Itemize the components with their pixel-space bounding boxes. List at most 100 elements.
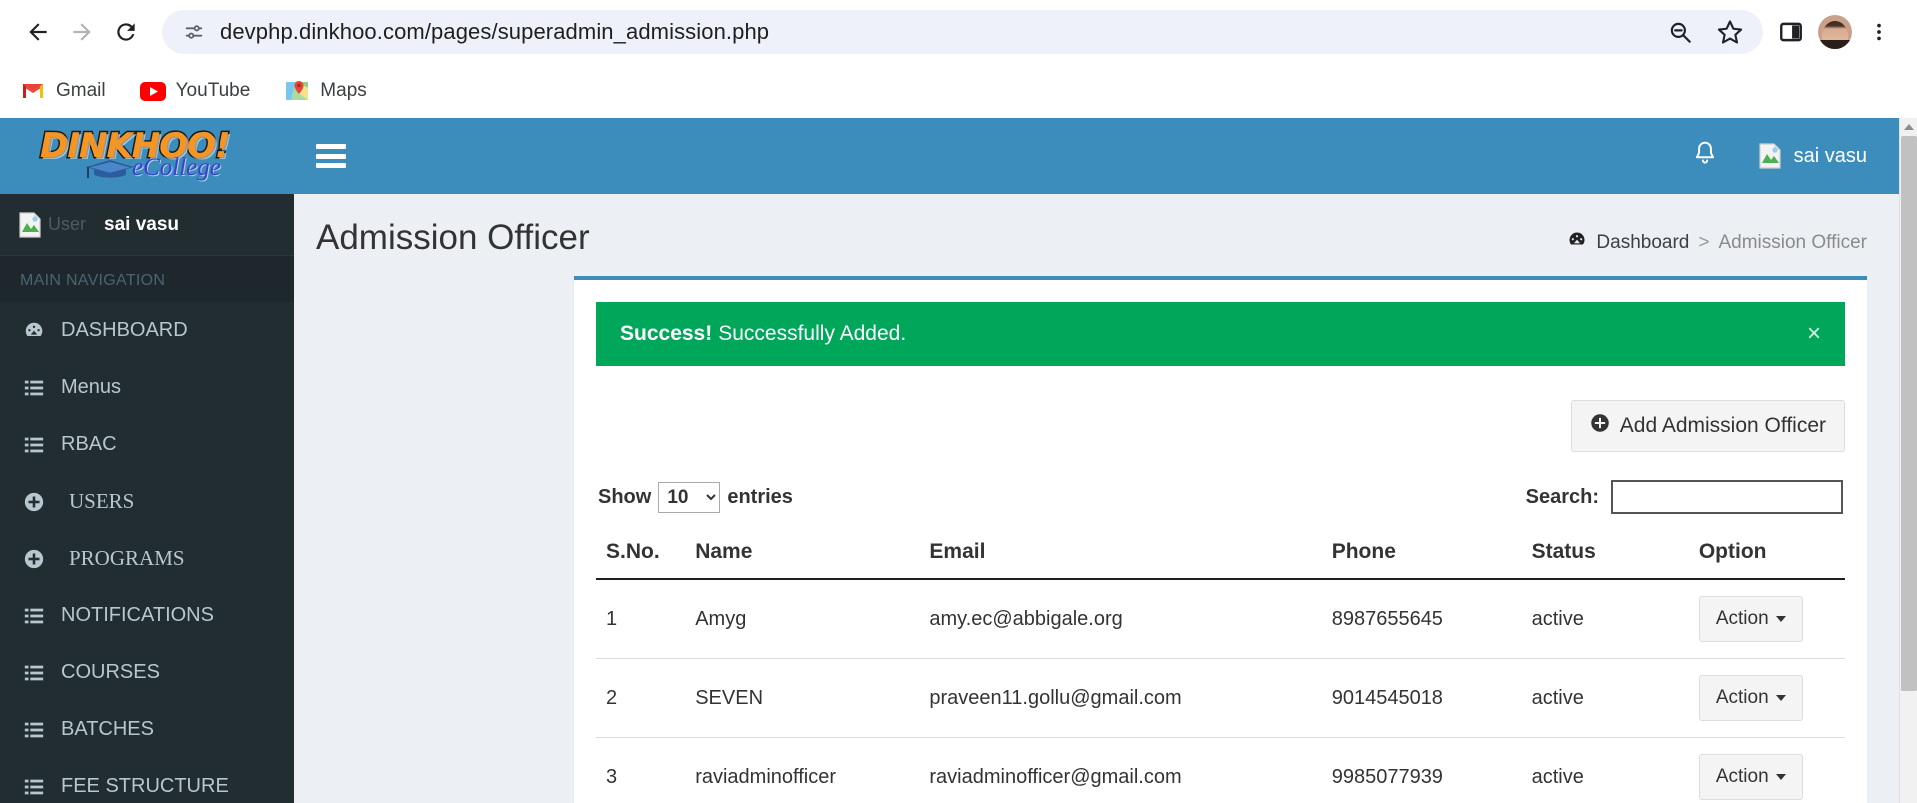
cell-option: Action — [1688, 737, 1845, 803]
action-label: Action — [1715, 766, 1769, 787]
dashboard-icon — [1567, 230, 1587, 256]
profile-avatar — [1818, 15, 1852, 49]
bookmarks-bar: Gmail YouTube Maps — [0, 64, 1917, 118]
google-maps-icon — [284, 78, 310, 104]
add-admission-officer-button[interactable]: Add Admission Officer — [1570, 400, 1845, 452]
entries-length-control: Show 10 25 50 100 entries — [598, 481, 793, 513]
list-icon — [23, 605, 55, 627]
navbar-user-name: sai vasu — [1793, 144, 1867, 167]
sidebar-item-batches[interactable]: BATCHES — [0, 701, 294, 758]
bookmark-youtube[interactable]: YouTube — [139, 78, 250, 104]
table-row: 3 raviadminofficer raviadminofficer@gmai… — [596, 737, 1845, 803]
list-icon — [23, 662, 55, 684]
cell-name: Amyg — [685, 579, 920, 659]
cell-email: amy.ec@abbigale.org — [919, 579, 1310, 659]
column-header-name[interactable]: Name — [685, 528, 920, 580]
sidebar-item-dashboard[interactable]: DASHBOARD — [0, 302, 294, 359]
star-icon[interactable] — [1713, 15, 1747, 49]
sidebar-user-avatar-alt: User — [48, 214, 87, 234]
three-dot-menu-icon — [1868, 21, 1890, 43]
back-arrow-icon — [25, 19, 51, 45]
list-icon — [23, 377, 55, 399]
reload-icon — [113, 19, 139, 45]
plus-circle-icon — [1590, 413, 1610, 439]
sidebar-item-programs[interactable]: PROGRAMS — [0, 530, 294, 587]
sidebar-item-users[interactable]: USERS — [0, 473, 294, 530]
top-navbar: sai vasu — [294, 118, 1899, 194]
reload-button[interactable] — [106, 12, 146, 52]
entries-select[interactable]: 10 25 50 100 — [658, 481, 721, 513]
column-header-status[interactable]: Status — [1521, 528, 1689, 580]
forward-button[interactable] — [62, 12, 102, 52]
browser-menu-button[interactable] — [1859, 12, 1899, 52]
notification-bell-button[interactable] — [1662, 140, 1748, 173]
show-label: Show — [598, 485, 652, 508]
cell-sno: 2 — [596, 658, 686, 738]
breadcrumb-dashboard-link[interactable]: Dashboard — [1596, 232, 1689, 254]
page-viewport: DINKHOO! eCollege User sai vasu MAIN NAV… — [0, 118, 1917, 803]
brand-logo[interactable]: DINKHOO! eCollege — [0, 118, 294, 194]
column-header-email[interactable]: Email — [919, 528, 1310, 580]
action-label: Action — [1715, 687, 1769, 708]
gmail-icon — [20, 78, 46, 104]
cell-phone: 9985077939 — [1309, 737, 1522, 803]
sidebar-item-label: DASHBOARD — [61, 319, 188, 341]
sidebar-user-panel[interactable]: User sai vasu — [0, 194, 294, 256]
broken-image-icon — [18, 211, 42, 238]
chevron-down-icon — [1775, 616, 1786, 622]
table-row: 2 SEVEN praveen11.gollu@gmail.com 901454… — [596, 658, 1845, 738]
action-dropdown-button[interactable]: Action — [1698, 754, 1803, 800]
close-icon[interactable]: × — [1807, 322, 1821, 346]
column-header-phone[interactable]: Phone — [1309, 528, 1522, 580]
page-title: Admission Officer — [316, 218, 590, 257]
table-body: 1 Amyg amy.ec@abbigale.org 8987655645 ac… — [596, 579, 1845, 803]
breadcrumb-separator: > — [1698, 232, 1710, 253]
list-icon — [23, 434, 55, 456]
page-scrollbar[interactable] — [1899, 118, 1917, 803]
column-header-option[interactable]: Option — [1688, 528, 1845, 580]
add-button-label: Add Admission Officer — [1619, 414, 1826, 437]
hamburger-menu-icon[interactable] — [316, 144, 346, 168]
action-dropdown-button[interactable]: Action — [1698, 675, 1803, 721]
breadcrumb-current: Admission Officer — [1718, 232, 1867, 253]
sidebar: DINKHOO! eCollege User sai vasu MAIN NAV… — [0, 118, 294, 803]
bookmark-maps[interactable]: Maps — [284, 78, 367, 104]
entries-label: entries — [727, 485, 793, 508]
bookmark-gmail[interactable]: Gmail — [20, 78, 106, 104]
side-panel-button[interactable] — [1771, 12, 1811, 52]
cell-sno: 1 — [596, 579, 686, 659]
sidebar-item-rbac[interactable]: RBAC — [0, 416, 294, 473]
chevron-down-icon — [1775, 774, 1786, 780]
column-header-sno[interactable]: S.No. — [596, 528, 686, 580]
table-row: 1 Amyg amy.ec@abbigale.org 8987655645 ac… — [596, 579, 1845, 659]
logo-subtitle: eCollege — [132, 154, 221, 181]
address-bar[interactable]: devphp.dinkhoo.com/pages/superadmin_admi… — [162, 10, 1763, 54]
zoom-out-icon[interactable] — [1663, 15, 1697, 49]
scroll-up-button[interactable] — [1900, 118, 1917, 136]
action-dropdown-button[interactable]: Action — [1698, 596, 1803, 642]
cell-name: raviadminofficer — [685, 737, 920, 803]
sidebar-item-courses[interactable]: COURSES — [0, 644, 294, 701]
sidebar-item-label: NOTIFICATIONS — [61, 604, 214, 626]
search-input[interactable] — [1611, 480, 1843, 514]
cell-sno: 3 — [596, 737, 686, 803]
profile-button[interactable] — [1815, 12, 1855, 52]
graduation-cap-icon — [86, 160, 134, 178]
site-settings-icon[interactable] — [178, 16, 210, 48]
navbar-user-menu[interactable]: sai vasu — [1748, 143, 1875, 169]
sidebar-item-label: Menus — [61, 376, 122, 398]
scrollbar-thumb[interactable] — [1901, 136, 1917, 691]
broken-image-icon — [1758, 143, 1782, 169]
admission-officer-table: S.No. Name Email Phone Status Option 1 A… — [596, 528, 1845, 803]
cell-name: SEVEN — [685, 658, 920, 738]
sidebar-item-fee-structure[interactable]: FEE STRUCTURE — [0, 758, 294, 803]
table-header-row: S.No. Name Email Phone Status Option — [596, 528, 1845, 580]
sidebar-item-label: COURSES — [61, 661, 160, 683]
back-button[interactable] — [18, 12, 58, 52]
sidebar-item-menus[interactable]: Menus — [0, 359, 294, 416]
content-box: Success! Successfully Added. × Add Admis… — [574, 276, 1867, 803]
content-header: Admission Officer Dashboard > Admission … — [294, 194, 1899, 256]
cell-status: active — [1521, 579, 1689, 659]
sidebar-item-notifications[interactable]: NOTIFICATIONS — [0, 587, 294, 644]
navbar-right: sai vasu — [1662, 140, 1899, 173]
